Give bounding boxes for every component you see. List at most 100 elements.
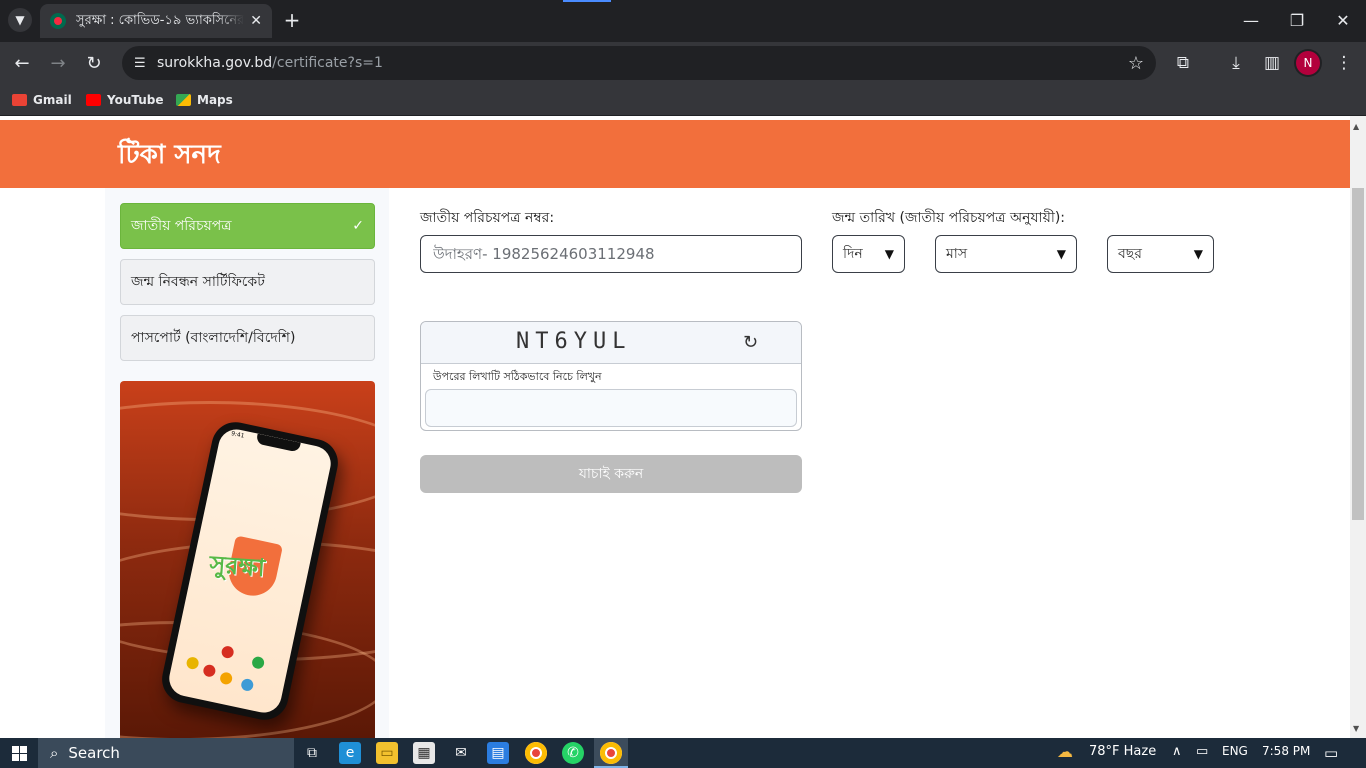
bangladesh-emblem-icon [50, 13, 66, 29]
page-header: টিকা সনদ [0, 120, 1350, 188]
download-icon: ⤓ [1232, 53, 1240, 73]
option-label: জন্ম নিবন্ধন সার্টিফিকেট [131, 274, 265, 290]
side-panel-button[interactable]: ▥ [1259, 50, 1285, 76]
chrome-active-taskbar-button[interactable] [594, 738, 628, 768]
captcha-image: NT6YUL ↻ [421, 322, 801, 364]
store-icon[interactable]: ▦ [413, 742, 435, 764]
gmail-icon [12, 94, 27, 106]
tab-strip-indicator [563, 0, 611, 2]
close-window-button[interactable]: ✕ [1320, 0, 1366, 40]
page-title: টিকা সনদ [118, 140, 221, 170]
language-indicator[interactable]: ENG [1222, 744, 1248, 758]
minimize-icon: — [1243, 10, 1259, 30]
nid-label: জাতীয় পরিচয়পত্র নম্বর: [420, 210, 555, 226]
captcha-text: NT6YUL [516, 329, 632, 354]
chrome-icon[interactable] [525, 742, 547, 764]
scroll-down-icon[interactable]: ▼ [1353, 724, 1359, 733]
browser-tab-bar: ▼ সুরক্ষা : কোভিড-১৯ ভ্যাকসিনের ✕ + — ❐ … [0, 0, 1366, 42]
dob-year-value: বছর [1118, 246, 1142, 262]
dob-day-select[interactable]: দিন ▼ [832, 235, 905, 273]
browser-tab-active[interactable]: সুরক্ষা : কোভিড-১৯ ভ্যাকসিনের ✕ [40, 4, 272, 38]
weather-text[interactable]: 78°F Haze [1089, 744, 1156, 759]
windows-icon [11, 745, 27, 761]
dob-month-value: মাস [946, 246, 968, 262]
bookmark-label: YouTube [107, 93, 164, 107]
url-path: /certificate?s=1 [272, 55, 383, 71]
tab-title: সুরক্ষা : কোভিড-১৯ ভ্যাকসিনের [76, 12, 244, 28]
edge-icon[interactable]: e [339, 742, 361, 764]
youtube-icon [86, 94, 101, 106]
task-view-icon[interactable]: ⧉ [301, 742, 323, 764]
bookmark-maps[interactable]: Maps [176, 90, 233, 110]
puzzle-icon: ⧉ [1176, 53, 1190, 73]
dob-label: জন্ম তারিখ (জাতীয় পরিচয়পত্র অনুযায়ী): [832, 210, 1066, 226]
bookmarks-bar: Gmail YouTube Maps [0, 84, 1366, 116]
back-button[interactable]: ← [8, 49, 36, 77]
option-nid[interactable]: জাতীয় পরিচয়পত্র ✓ [120, 203, 375, 249]
partner-logo-icon [220, 645, 235, 660]
phone-notch [255, 433, 301, 453]
dob-year-select[interactable]: বছর ▼ [1107, 235, 1214, 273]
check-icon: ✓ [352, 218, 364, 234]
arrow-left-icon: ← [14, 52, 30, 74]
restore-button[interactable]: ❐ [1274, 0, 1320, 40]
start-button[interactable] [0, 738, 38, 768]
profile-avatar[interactable]: N [1296, 51, 1320, 75]
option-label: জাতীয় পরিচয়পত্র [131, 218, 232, 234]
site-settings-icon[interactable]: ☰ [134, 56, 154, 71]
minimize-button[interactable]: — [1228, 0, 1274, 40]
extensions-button[interactable]: ⧉ [1170, 50, 1196, 76]
reload-button[interactable]: ↻ [80, 49, 108, 77]
address-bar[interactable]: ☰ surokkha.gov.bd/certificate?s=1 ☆ [122, 46, 1156, 80]
network-icon[interactable]: ▭ [1196, 744, 1208, 759]
bookmark-gmail[interactable]: Gmail [12, 90, 72, 110]
plus-icon: + [283, 8, 301, 32]
partner-logo-icon [202, 663, 217, 678]
nid-input[interactable] [420, 235, 802, 273]
phone-time: 9:41 [230, 430, 246, 440]
more-vert-icon: ⋮ [1335, 53, 1353, 73]
verify-button[interactable]: যাচাই করুন [420, 455, 802, 493]
url-domain: surokkha.gov.bd [157, 55, 273, 71]
option-label: পাসপোর্ট (বাংলাদেশি/বিদেশি) [131, 330, 296, 346]
dob-month-select[interactable]: মাস ▼ [935, 235, 1077, 273]
restore-icon: ❐ [1289, 10, 1305, 30]
search-icon: ⌕ [50, 744, 59, 762]
chevron-down-icon: ▼ [1193, 247, 1203, 261]
bookmark-label: Gmail [33, 93, 72, 107]
bookmark-label: Maps [197, 93, 233, 107]
whatsapp-icon[interactable]: ✆ [562, 742, 584, 764]
tray-overflow-icon[interactable]: ∧ [1172, 744, 1182, 759]
tab-search-button[interactable]: ▼ [8, 8, 32, 32]
file-explorer-icon[interactable]: ▭ [376, 742, 398, 764]
side-panel-icon: ▥ [1263, 53, 1281, 73]
partner-logo-icon [250, 655, 266, 670]
partner-logo-icon [240, 677, 255, 693]
chevron-down-icon: ▼ [1056, 247, 1066, 261]
captcha-hint: উপরের লিখাটি সঠিকভাবে নিচে লিখুন [433, 370, 602, 383]
bookmark-star-icon[interactable]: ☆ [1128, 53, 1144, 74]
close-tab-icon[interactable]: ✕ [250, 13, 262, 29]
browser-menu-button[interactable]: ⋮ [1331, 50, 1357, 76]
browser-toolbar: ← → ↻ ☰ surokkha.gov.bd/certificate?s=1 … [0, 42, 1366, 84]
forward-button[interactable]: → [44, 49, 72, 77]
reload-icon: ↻ [86, 52, 102, 74]
captcha-input[interactable] [425, 389, 797, 427]
maps-icon [176, 94, 191, 106]
option-birth-certificate[interactable]: জন্ম নিবন্ধন সার্টিফিকেট [120, 259, 375, 305]
scroll-up-icon[interactable]: ▲ [1353, 122, 1359, 131]
taskbar-search[interactable]: ⌕ Search [38, 738, 294, 768]
new-tab-button[interactable]: + [280, 8, 304, 32]
option-passport[interactable]: পাসপোর্ট (বাংলাদেশি/বিদেশি) [120, 315, 375, 361]
notification-icon[interactable]: ▭ [1324, 744, 1338, 762]
app-icon[interactable]: ▤ [487, 742, 509, 764]
clock[interactable]: 7:58 PM [1262, 744, 1310, 758]
taskbar-search-label: Search [68, 744, 120, 762]
scrollbar-thumb[interactable] [1352, 188, 1364, 520]
refresh-captcha-icon[interactable]: ↻ [743, 332, 758, 353]
mail-icon[interactable]: ✉ [450, 742, 472, 764]
bookmark-youtube[interactable]: YouTube [86, 90, 164, 110]
captcha-panel: NT6YUL ↻ উপরের লিখাটি সঠিকভাবে নিচে লিখু… [420, 321, 802, 431]
close-icon: ✕ [1336, 10, 1350, 30]
downloads-button[interactable]: ⤓ [1223, 50, 1249, 76]
